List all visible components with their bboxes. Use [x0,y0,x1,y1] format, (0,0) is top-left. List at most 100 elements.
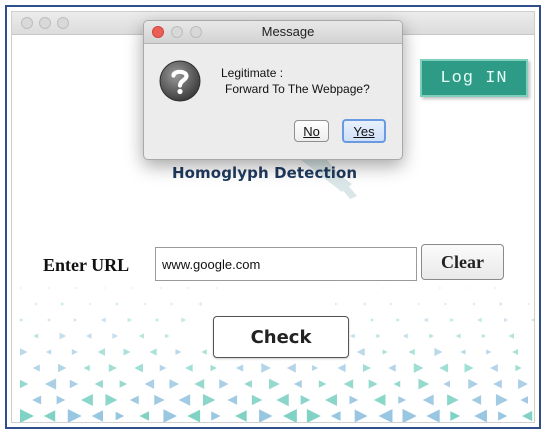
pattern-triangle [403,333,408,338]
window-zoom-dot[interactable] [57,17,69,29]
pattern-triangle [33,334,38,339]
pattern-triangle [92,410,103,421]
pattern-triangle [45,378,56,389]
pattern-triangle [394,381,401,388]
pattern-triangle [374,394,386,406]
pattern-triangle [287,363,296,372]
pattern-triangle [439,363,448,372]
pattern-triangle [134,364,143,373]
pattern-triangle [116,412,125,421]
pattern-triangle [379,409,393,423]
pattern-triangle [434,348,442,356]
pattern-triangle [443,381,450,388]
pattern-triangle [429,334,434,339]
pattern-triangle [81,394,93,406]
pattern-triangle [307,409,321,423]
pattern-triangle [327,287,329,289]
pattern-triangle [235,410,247,422]
pattern-triangle [187,287,189,289]
pattern-triangle [74,318,77,321]
check-button[interactable]: Check [213,316,349,358]
pattern-triangle [149,348,156,355]
pattern-triangle [331,411,341,421]
clear-button[interactable]: Clear [421,244,504,280]
pattern-triangle [227,395,237,405]
pattern-triangle [46,349,51,354]
pattern-triangle [477,318,482,323]
pattern-triangle [140,411,150,421]
pattern-triangle [101,317,106,322]
pattern-triangle [20,380,28,388]
pattern-triangle [496,394,508,406]
pattern-triangle [522,287,524,289]
no-button[interactable]: No [294,120,329,142]
pattern-triangle [194,379,204,389]
pattern-triangle [390,303,393,306]
pattern-triangle [143,303,146,306]
pattern-triangle [44,410,55,421]
pattern-triangle [185,364,193,372]
pattern-triangle [210,365,216,371]
pattern-triangle [159,287,161,289]
dialog-titlebar: Message [144,21,402,44]
pattern-triangle [139,333,144,338]
pattern-triangle [418,379,429,390]
pattern-triangle [423,394,434,405]
window-close-dot[interactable] [21,17,33,29]
pattern-triangle [486,349,491,354]
pattern-triangle [490,364,498,372]
pattern-triangle [344,379,353,388]
pattern-triangle [261,363,271,373]
pattern-triangle [350,334,355,339]
pattern-triangle [456,333,461,338]
pattern-triangle [165,334,169,338]
pattern-triangle [198,302,202,306]
pattern-triangle [423,318,427,322]
pattern-triangle [466,287,468,289]
pattern-triangle [70,380,79,389]
pattern-triangle [48,287,50,289]
url-input[interactable] [155,247,417,281]
pattern-triangle [388,364,395,371]
pattern-triangle [294,380,302,388]
pattern-triangle [68,409,82,423]
login-button[interactable]: Log IN [420,59,528,97]
pattern-triangle [219,379,228,388]
pattern-triangle [531,318,534,322]
yes-button-label: Yes [353,124,374,139]
pattern-triangle [319,380,326,387]
pattern-triangle [98,348,105,355]
pattern-triangle [283,409,297,423]
pattern-triangle [465,363,474,372]
pattern-triangle [20,287,22,289]
pattern-triangle [32,395,41,404]
yes-button[interactable]: Yes [342,119,386,143]
pattern-triangle [60,333,67,340]
pattern-triangle [397,318,400,322]
pattern-triangle [132,287,134,289]
pattern-triangle [244,380,252,388]
pattern-triangle [369,379,378,388]
pattern-triangle [34,303,37,306]
pattern-triangle [504,318,508,322]
pattern-triangle [20,318,23,321]
pattern-triangle [450,411,460,421]
pattern-triangle [88,303,90,305]
pattern-triangle [175,349,181,355]
window-minimize-dot[interactable] [39,17,51,29]
pattern-triangle [86,333,92,339]
pattern-triangle [105,394,117,406]
pattern-triangle [498,411,507,420]
pattern-triangle [124,348,131,355]
pattern-triangle [362,302,365,305]
pattern-triangle [520,396,528,404]
pattern-triangle [494,287,496,289]
pattern-triangle [363,364,371,372]
pattern-triangle [426,409,439,422]
pattern-triangle [508,333,514,339]
pattern-triangle [179,394,191,406]
pattern-triangle [335,303,338,306]
pattern-triangle [160,365,167,372]
pattern-triangle [468,379,478,389]
pattern-triangle [171,303,174,306]
